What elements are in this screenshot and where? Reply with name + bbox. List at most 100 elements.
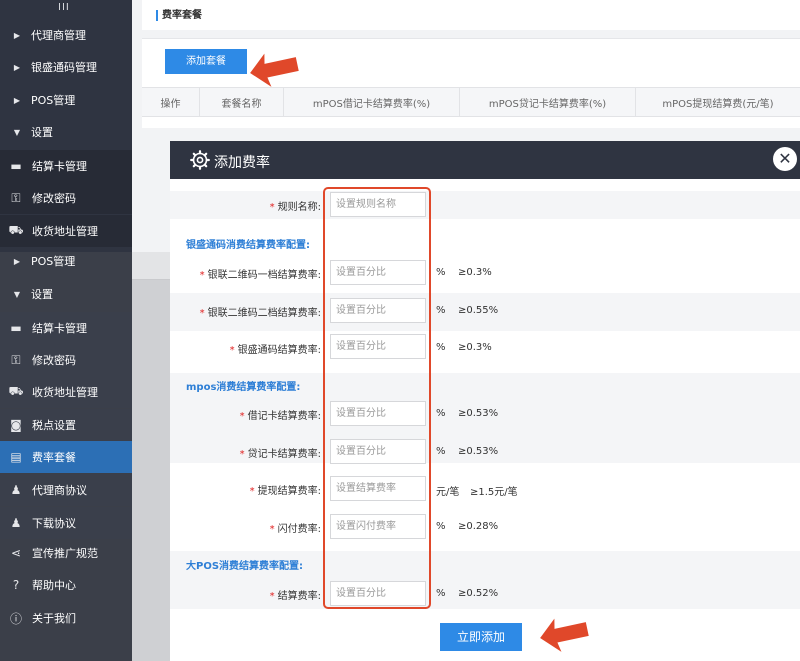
sidebar-item-label: 宣传推广规范 <box>32 547 98 560</box>
rule-name-row: * 规则名称: <box>170 191 800 219</box>
sidebar-lower: ▶ POS管理 ▼ 设置 ▬ 结算卡管理 ⚿ 修改密码 ⛟ 收货地址管理 ◙ 税… <box>0 252 132 661</box>
overlay-dim <box>132 252 170 661</box>
gear-icon <box>190 150 210 170</box>
menu-handle-icon[interactable]: III <box>58 2 70 13</box>
sidebar-item-pos-management[interactable]: ▶ POS管理 <box>0 84 132 116</box>
required-mark: * <box>239 411 245 422</box>
info-icon: ⓘ <box>9 611 22 626</box>
table-header: 操作 套餐名称 mPOS借记卡结算费率(%) mPOS贷记卡结算费率(%) mP… <box>142 87 800 117</box>
sidebar-item-label: 设置 <box>31 288 53 301</box>
sidebar-item-about-us[interactable]: ⓘ 关于我们 <box>0 602 132 634</box>
ys-qr-rate-label: * 银盛通码结算费率: <box>229 345 321 356</box>
sidebar-item-settlement-card[interactable]: ▬ 结算卡管理 <box>0 150 132 182</box>
required-mark: * <box>199 308 205 319</box>
modal-title: 添加费率 <box>214 155 270 171</box>
sidebar-item-label: 关于我们 <box>32 612 76 625</box>
sidebar-item-label: POS管理 <box>31 255 76 268</box>
sidebar-item-label: 代理商协议 <box>32 484 87 497</box>
rate-icon: ▤ <box>10 450 22 464</box>
min-hint: ≥0.3% <box>458 342 492 353</box>
add-rate-modal: 添加费率 ✕ *规则名称: 银盛通码消费结算费率配置: *银联二维码一档结算费率… <box>170 141 800 661</box>
section-title-big-pos: 大POS消费结算费率配置: <box>186 561 304 572</box>
key-icon: ⚿ <box>11 352 21 367</box>
sidebar-item-agent-agreement[interactable]: ♟ 代理商协议 <box>0 474 132 506</box>
sidebar-item-label: 下载协议 <box>32 517 76 530</box>
settle-rate-label: * 结算费率: <box>269 591 321 602</box>
sidebar-item-rate-package[interactable]: ▤ 费率套餐 <box>0 441 132 473</box>
unionpay-qr-tier2-label: * 银联二维码二档结算费率: <box>199 308 321 319</box>
close-icon[interactable]: ✕ <box>773 147 797 171</box>
sidebar-item-promotion-rules[interactable]: ⋖ 宣传推广规范 <box>0 537 132 569</box>
table-stub <box>132 252 170 280</box>
settle-rate-row: *结算费率: % ≥0.52% <box>170 580 800 608</box>
sidebar-item-label: 银盛通码管理 <box>31 61 97 74</box>
key-icon: ⚿ <box>11 190 21 205</box>
modal-header: 添加费率 ✕ <box>170 141 800 179</box>
sidebar-item-label: 修改密码 <box>32 192 76 205</box>
submit-add-button[interactable]: 立即添加 <box>440 623 522 651</box>
page-title: 费率套餐 <box>156 10 202 21</box>
unit-label: % <box>436 446 446 457</box>
sidebar-item-change-password-lower[interactable]: ⚿ 修改密码 <box>0 344 132 376</box>
required-mark: * <box>239 449 245 460</box>
unionpay-qr-tier2-row: *银联二维码二档结算费率: % ≥0.55% <box>170 293 800 331</box>
sidebar-item-help-center[interactable]: ? 帮助中心 <box>0 569 132 601</box>
arrow-right-icon: ▶ <box>13 95 21 105</box>
callout-arrow-icon <box>250 53 299 87</box>
sidebar-item-label: 代理商管理 <box>31 29 86 42</box>
min-hint: ≥0.52% <box>458 588 499 599</box>
unit-label: % <box>436 342 446 353</box>
sidebar-item-shipping-address-lower[interactable]: ⛟ 收货地址管理 <box>0 376 132 408</box>
sidebar-item-shipping-address[interactable]: ⛟ 收货地址管理 <box>0 215 132 247</box>
add-package-button[interactable]: 添加套餐 <box>165 49 247 74</box>
unionpay-qr-tier1-label: * 银联二维码一档结算费率: <box>199 270 321 281</box>
sidebar-item-settlement-card-lower[interactable]: ▬ 结算卡管理 <box>0 312 132 344</box>
required-mark: * <box>269 524 275 535</box>
sidebar-item-ys-qr-management[interactable]: ▶ 银盛通码管理 <box>0 51 132 83</box>
bell-icon: ♟ <box>10 483 22 497</box>
unionpay-qr-tier1-row: *银联二维码一档结算费率: % ≥0.3% <box>170 259 800 287</box>
section-title-mpos: mpos消费结算费率配置: <box>186 382 301 393</box>
sidebar-item-label: 结算卡管理 <box>32 160 87 173</box>
unit-label: % <box>436 305 446 316</box>
column-header: 套餐名称 <box>200 88 284 116</box>
sidebar-item-change-password[interactable]: ⚿ 修改密码 <box>0 182 132 214</box>
bell-icon: ♟ <box>10 516 22 530</box>
credit-rate-row: *贷记卡结算费率: % ≥0.53% <box>170 438 800 466</box>
page-title-bar: 费率套餐 <box>142 0 800 30</box>
sidebar-item-label: 收货地址管理 <box>32 225 98 238</box>
sidebar-item-agent-management[interactable]: ▶ 代理商管理 <box>0 19 132 51</box>
unit-label: % <box>436 267 446 278</box>
sidebar-item-pos-management-lower[interactable]: ▶ POS管理 <box>0 245 132 277</box>
min-hint: ≥0.28% <box>458 521 499 532</box>
credit-rate-label: * 贷记卡结算费率: <box>239 449 321 460</box>
sidebar-item-label: 税点设置 <box>32 419 76 432</box>
sidebar-item-tax-settings[interactable]: ◙ 税点设置 <box>0 409 132 441</box>
unit-label: % <box>436 588 446 599</box>
column-header: mPOS贷记卡结算费率(%) <box>460 88 636 116</box>
unit-label: % <box>436 521 446 532</box>
required-mark: * <box>229 345 235 356</box>
input-highlight-box <box>323 187 431 609</box>
flash-fee-label: * 闪付费率: <box>269 524 321 535</box>
withdraw-fee-row: *提现结算费率: 元/笔 ≥1.5元/笔 <box>170 475 800 503</box>
truck-icon: ⛟ <box>8 223 24 237</box>
arrow-down-icon: ▼ <box>13 289 21 299</box>
sidebar-item-label: 设置 <box>31 126 53 139</box>
sidebar-item-settings-lower[interactable]: ▼ 设置 <box>0 278 132 310</box>
rule-name-label: * 规则名称: <box>269 202 321 213</box>
ys-qr-rate-row: *银盛通码结算费率: % ≥0.3% <box>170 332 800 366</box>
column-header: mPOS借记卡结算费率(%) <box>284 88 460 116</box>
sidebar-item-label: 帮助中心 <box>32 579 76 592</box>
help-icon: ? <box>12 578 20 592</box>
sidebar-item-label: 修改密码 <box>32 354 76 367</box>
sidebar-item-download-agreement[interactable]: ♟ 下载协议 <box>0 507 132 539</box>
share-icon: ⋖ <box>10 546 22 560</box>
column-header: 操作 <box>142 88 200 116</box>
min-hint: ≥0.3% <box>458 267 492 278</box>
required-mark: * <box>269 202 275 213</box>
min-hint: ≥1.5元/笔 <box>470 487 518 498</box>
arrow-right-icon: ▶ <box>13 62 21 72</box>
arrow-right-icon: ▶ <box>13 30 21 40</box>
sidebar-item-settings[interactable]: ▼ 设置 <box>0 116 132 148</box>
